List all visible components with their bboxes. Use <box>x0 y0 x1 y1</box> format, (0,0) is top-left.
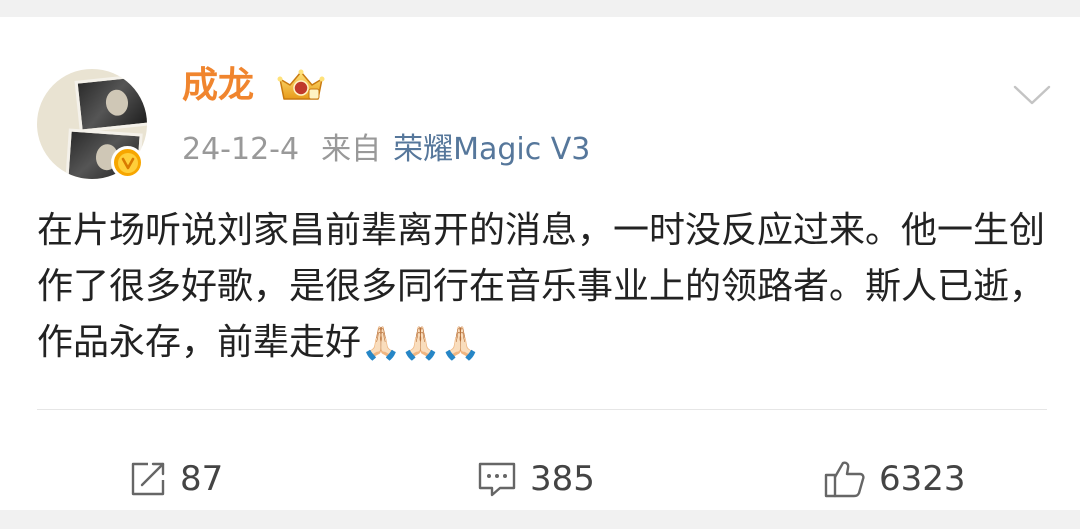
post-text: 在片场听说刘家昌前辈离开的消息，一时没反应过来。他一生创作了很多好歌，是很多同行… <box>37 210 1046 363</box>
post-date: 24-12-4 <box>182 132 300 167</box>
like-count: 6323 <box>879 459 966 499</box>
comment-icon <box>478 462 516 497</box>
verified-v-icon <box>111 146 144 179</box>
praying-hands-emoji: 🙏🏻🙏🏻🙏🏻 <box>361 324 481 362</box>
comment-count: 385 <box>530 459 595 499</box>
thumbs-up-icon <box>824 461 865 498</box>
repost-button[interactable]: 87 <box>128 457 223 501</box>
username[interactable]: 成龙 <box>182 62 254 110</box>
avatar-photo-top <box>74 73 147 133</box>
crown-membership-icon[interactable] <box>276 69 326 105</box>
repost-icon <box>131 462 165 496</box>
repost-count: 87 <box>180 459 224 499</box>
weibo-post-card: 成龙 24-12-4 来自 荣耀Magic V3 在片场听说刘家昌前辈离开的消息，一… <box>0 17 1080 510</box>
source-device-link[interactable]: 荣耀Magic V3 <box>393 132 590 167</box>
post-meta: 24-12-4 来自 荣耀Magic V3 <box>182 130 590 170</box>
divider <box>37 409 1047 410</box>
post-content: 在片场听说刘家昌前辈离开的消息，一时没反应过来。他一生创作了很多好歌，是很多同行… <box>37 203 1047 371</box>
like-button[interactable]: 6323 <box>823 457 966 501</box>
comment-button[interactable]: 385 <box>476 457 595 501</box>
chevron-down-icon[interactable] <box>1012 83 1052 107</box>
source-prefix: 来自 <box>321 132 382 167</box>
